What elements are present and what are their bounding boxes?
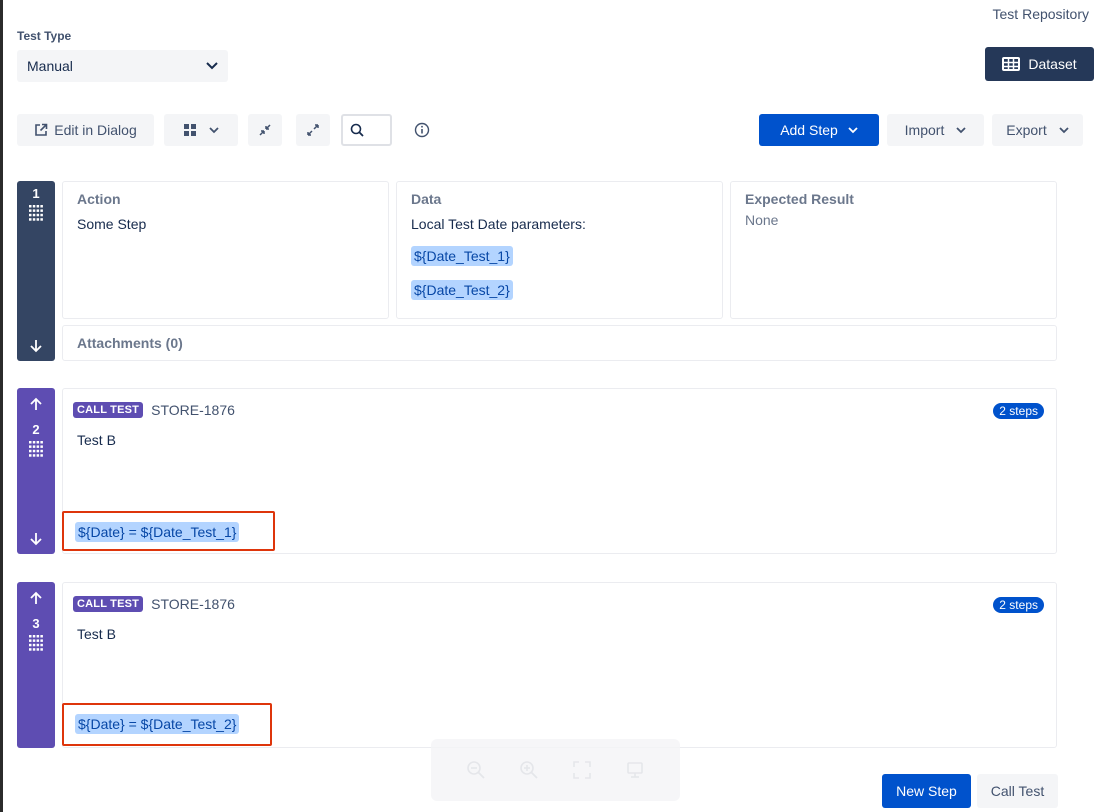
- data-param-1: ${Date_Test_1}: [411, 246, 513, 266]
- call-test-button[interactable]: Call Test: [977, 774, 1058, 808]
- chevron-down-icon: [956, 126, 966, 133]
- step-number: 1: [32, 186, 40, 201]
- drag-handle-icon[interactable]: [29, 441, 43, 457]
- search-input[interactable]: [341, 114, 392, 146]
- step-1-expected-cell[interactable]: Expected Result None: [730, 181, 1057, 319]
- import-button[interactable]: Import: [887, 114, 984, 146]
- edit-in-dialog-label: Edit in Dialog: [54, 122, 137, 138]
- export-button[interactable]: Export: [992, 114, 1083, 146]
- move-down-icon[interactable]: [29, 339, 43, 353]
- chevron-down-icon: [848, 126, 858, 133]
- step-number: 3: [32, 616, 40, 631]
- move-up-icon[interactable]: [29, 397, 43, 411]
- chevron-down-icon: [209, 126, 219, 133]
- action-title: Action: [77, 191, 121, 207]
- edit-in-dialog-button[interactable]: Edit in Dialog: [17, 114, 154, 146]
- steps-count-badge[interactable]: 2 steps: [993, 403, 1044, 419]
- step-1-action-cell[interactable]: Action Some Step: [62, 181, 389, 319]
- external-link-icon: [35, 123, 48, 136]
- layout-dropdown-button[interactable]: [164, 114, 238, 146]
- called-test-key[interactable]: STORE-1876: [151, 402, 235, 418]
- call-test-badge: CALL TEST: [73, 596, 144, 612]
- test-repository-link[interactable]: Test Repository: [993, 6, 1089, 22]
- step-1-data-cell[interactable]: Data Local Test Date parameters: ${Date_…: [396, 181, 723, 319]
- import-label: Import: [904, 122, 945, 138]
- called-test-key[interactable]: STORE-1876: [151, 596, 235, 612]
- called-test-name: Test B: [77, 432, 116, 448]
- call-test-badge: CALL TEST: [73, 402, 144, 418]
- collapse-icon: [259, 124, 271, 136]
- data-text: Local Test Date parameters:: [411, 216, 586, 232]
- grid-layout-icon: [184, 124, 196, 136]
- add-step-label: Add Step: [780, 122, 838, 138]
- called-test-name: Test B: [77, 626, 116, 642]
- move-down-icon[interactable]: [29, 532, 43, 546]
- data-title: Data: [411, 191, 442, 207]
- highlight-box: [62, 511, 275, 551]
- add-step-button[interactable]: Add Step: [759, 114, 879, 146]
- export-label: Export: [1006, 122, 1047, 138]
- table-icon: [1002, 57, 1021, 71]
- step-3-rail[interactable]: 3: [17, 582, 55, 748]
- fit-screen-icon[interactable]: [572, 760, 592, 780]
- test-type-select[interactable]: Manual: [17, 50, 228, 82]
- expected-result-title: Expected Result: [745, 191, 854, 207]
- presentation-icon[interactable]: [625, 760, 645, 780]
- test-type-value: Manual: [27, 58, 73, 74]
- attachments-label: Attachments (0): [77, 335, 183, 351]
- test-type-label: Test Type: [17, 29, 72, 43]
- search-icon: [350, 123, 364, 137]
- highlight-box: [62, 703, 272, 746]
- move-up-icon[interactable]: [29, 591, 43, 605]
- step-number: 2: [32, 422, 40, 437]
- info-icon[interactable]: [414, 122, 430, 141]
- chevron-down-icon: [206, 62, 218, 70]
- window-edge: [0, 0, 3, 812]
- drag-handle-icon[interactable]: [29, 635, 43, 651]
- new-step-button[interactable]: New Step: [882, 774, 971, 808]
- expand-all-button[interactable]: [296, 114, 330, 146]
- dataset-button[interactable]: Dataset: [985, 47, 1094, 81]
- step-1-rail[interactable]: 1: [17, 181, 55, 361]
- step-2-rail[interactable]: 2: [17, 388, 55, 554]
- expected-result-text: None: [745, 212, 779, 228]
- steps-count-badge[interactable]: 2 steps: [993, 597, 1044, 613]
- collapse-all-button[interactable]: [248, 114, 282, 146]
- data-param-2: ${Date_Test_2}: [411, 280, 513, 300]
- zoom-in-icon[interactable]: [519, 760, 539, 780]
- drag-handle-icon[interactable]: [29, 205, 43, 221]
- action-text: Some Step: [77, 216, 147, 232]
- chevron-down-icon: [1059, 126, 1069, 133]
- dataset-label: Dataset: [1028, 56, 1077, 72]
- zoom-toolbar: [431, 739, 680, 801]
- zoom-out-icon[interactable]: [466, 760, 486, 780]
- expand-icon: [307, 124, 319, 136]
- step-1-attachments[interactable]: Attachments (0): [62, 325, 1057, 361]
